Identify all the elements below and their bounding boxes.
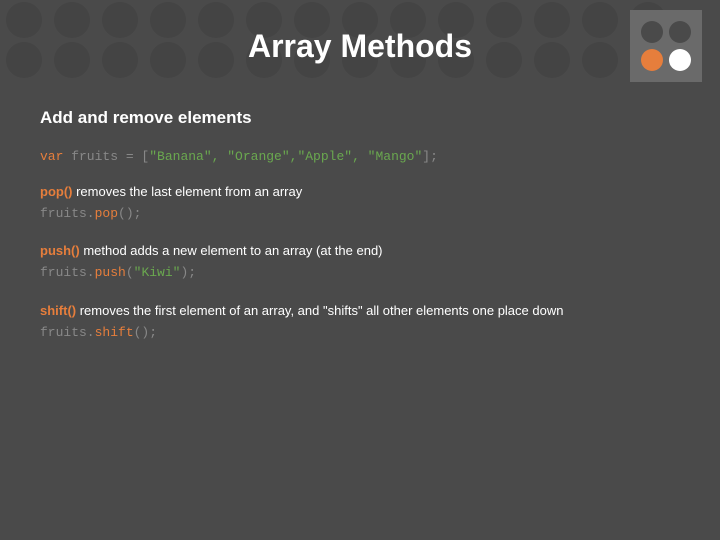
- method-name: push(): [40, 243, 80, 258]
- code-call: push: [95, 265, 126, 280]
- section-pop: pop() removes the last element from an a…: [40, 184, 680, 223]
- page-title: Array Methods: [0, 28, 720, 65]
- code-open: (: [126, 265, 134, 280]
- section-push: push() method adds a new element to an a…: [40, 243, 680, 282]
- code-args: ();: [134, 325, 157, 340]
- decl-items: "Banana", "Orange","Apple", "Mango": [149, 149, 422, 164]
- method-name: shift(): [40, 303, 76, 318]
- decl-close: ];: [422, 149, 438, 164]
- subtitle: Add and remove elements: [40, 108, 680, 128]
- method-desc: method adds a new element to an array (a…: [80, 243, 383, 258]
- code-shift: fruits.shift();: [40, 324, 680, 342]
- code-call: pop: [95, 206, 118, 221]
- code-push: fruits.push("Kiwi");: [40, 264, 680, 282]
- desc-shift: shift() removes the first element of an …: [40, 303, 680, 318]
- code-close: );: [180, 265, 196, 280]
- method-desc: removes the last element from an array: [72, 184, 302, 199]
- desc-push: push() method adds a new element to an a…: [40, 243, 680, 258]
- logo-icon: [630, 10, 702, 82]
- content-area: Add and remove elements var fruits = ["B…: [40, 108, 680, 362]
- code-pre: fruits.: [40, 325, 95, 340]
- code-declaration: var fruits = ["Banana", "Orange","Apple"…: [40, 148, 680, 166]
- decl-name: fruits = [: [63, 149, 149, 164]
- keyword-var: var: [40, 149, 63, 164]
- section-shift: shift() removes the first element of an …: [40, 303, 680, 342]
- desc-pop: pop() removes the last element from an a…: [40, 184, 680, 199]
- code-pop: fruits.pop();: [40, 205, 680, 223]
- code-call: shift: [95, 325, 134, 340]
- code-str: "Kiwi": [134, 265, 181, 280]
- method-name: pop(): [40, 184, 72, 199]
- method-desc: removes the first element of an array, a…: [76, 303, 563, 318]
- code-pre: fruits.: [40, 206, 95, 221]
- code-args: ();: [118, 206, 141, 221]
- code-pre: fruits.: [40, 265, 95, 280]
